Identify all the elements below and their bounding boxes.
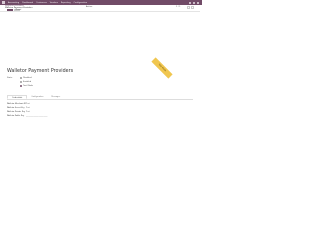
radio-checked-icon[interactable]	[20, 85, 22, 87]
state-option-test[interactable]: Test Mode	[20, 85, 33, 87]
chat-icon[interactable]	[189, 1, 191, 4]
pager-next-button[interactable]	[191, 6, 194, 9]
discard-button[interactable]: Discard	[14, 9, 22, 11]
radio-icon[interactable]	[20, 77, 22, 79]
user-avatar-icon[interactable]	[197, 1, 199, 4]
private-key-field[interactable]: Test	[26, 111, 30, 113]
app-name[interactable]: Accounting	[8, 2, 19, 4]
private-key-label: Walletor Private Key	[7, 111, 26, 113]
secret-key-label: Walletor Secret Key	[7, 107, 25, 109]
save-label: Save	[8, 9, 12, 10]
public-key-field[interactable]: ________________________	[26, 115, 48, 117]
apps-menu-icon[interactable]	[2, 1, 5, 4]
state-option-label: Test Mode	[23, 85, 34, 87]
tab-messages[interactable]: Messages	[47, 95, 64, 99]
menu-customers[interactable]: Customers	[36, 2, 47, 4]
public-key-label: Walletor Public Key	[7, 115, 25, 117]
state-label: State	[7, 77, 13, 79]
radio-icon[interactable]	[20, 81, 22, 83]
state-option-enabled[interactable]: Enabled	[20, 81, 31, 83]
merchant-id-label: Walletor Merchant ID	[7, 103, 26, 105]
notebook-tabs: Credentials Configuration Messages	[7, 95, 193, 100]
menu-reporting[interactable]: Reporting	[61, 2, 71, 4]
merchant-id-field[interactable]: Test	[26, 103, 30, 105]
tab-configuration[interactable]: Configuration	[27, 95, 47, 99]
activity-icon[interactable]	[193, 1, 195, 4]
state-option-label: Disabled	[23, 77, 32, 79]
pager-value[interactable]: 1 / 1	[176, 6, 181, 8]
save-button[interactable]: Save	[7, 9, 13, 11]
secret-key-field[interactable]: Test	[26, 107, 30, 109]
state-option-label: Enabled	[23, 81, 32, 83]
menu-vendors[interactable]: Vendors	[50, 2, 58, 4]
menu-dashboard[interactable]: Dashboard	[22, 2, 33, 4]
control-panel: Payment Providers Walletor Payment Provi…	[0, 5, 200, 12]
pager-prev-button[interactable]	[187, 6, 190, 9]
systray	[189, 1, 202, 4]
action-menu[interactable]: Action	[86, 6, 92, 8]
state-option-disabled[interactable]: Disabled	[20, 77, 32, 79]
tab-credentials[interactable]: Credentials	[7, 95, 28, 99]
record-title[interactable]: Walletor Payment Providers	[7, 69, 73, 74]
menu-configuration[interactable]: Configuration	[74, 2, 88, 4]
discard-label: Discard	[15, 10, 22, 11]
